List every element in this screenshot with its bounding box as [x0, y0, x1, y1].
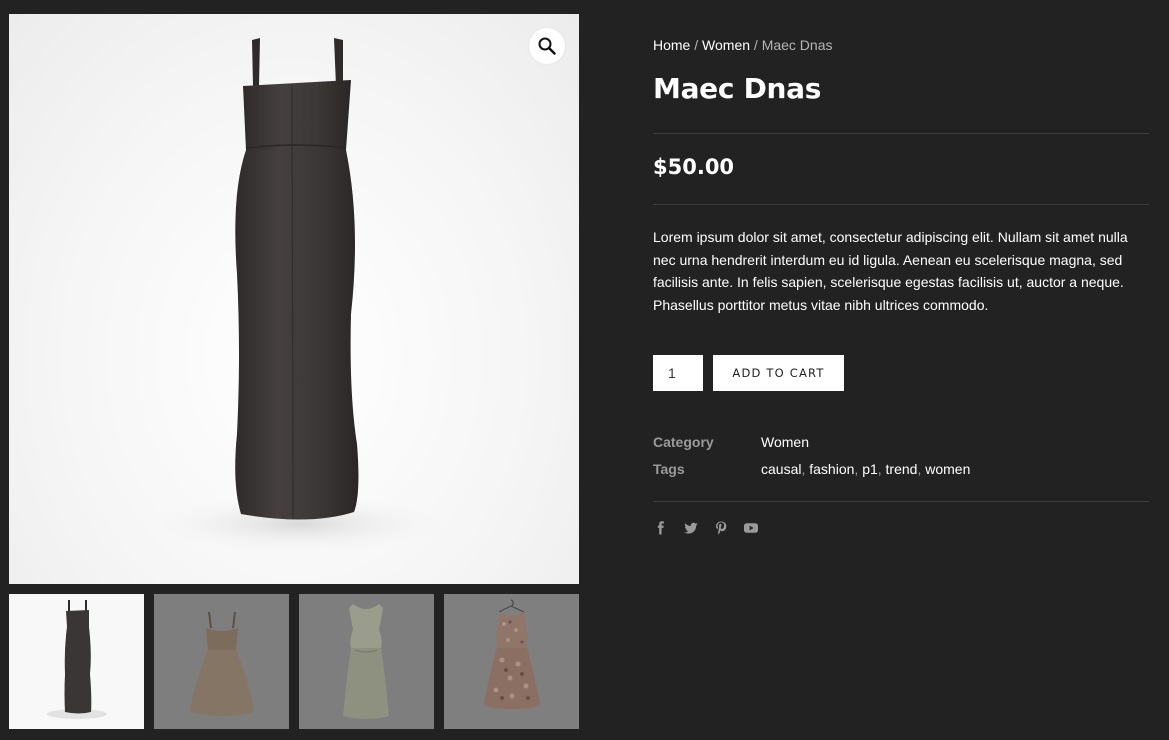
category-value: Women	[761, 434, 809, 450]
sage-sleeveless-dress-image	[343, 604, 389, 719]
twitter-icon[interactable]	[683, 520, 699, 536]
quantity-input[interactable]	[653, 355, 703, 391]
thumbnail-sage-dress[interactable]	[299, 594, 434, 729]
divider	[653, 204, 1149, 205]
black-strap-dress-image	[47, 600, 107, 719]
add-to-cart-button[interactable]: ADD TO CART	[713, 355, 844, 391]
tags-label: Tags	[653, 461, 685, 477]
product-title: Maec Dnas	[653, 72, 822, 105]
breadcrumb-current: Maec Dnas	[761, 37, 833, 53]
zoom-button[interactable]	[529, 28, 565, 64]
product-main-image[interactable]	[9, 14, 579, 584]
thumbnail-beige-dress[interactable]	[154, 594, 289, 729]
pinterest-icon[interactable]	[713, 520, 729, 536]
tag-link[interactable]: fashion	[809, 461, 854, 477]
breadcrumb: Home / Women / Maec Dnas	[653, 37, 833, 53]
tag-link[interactable]: p1	[862, 461, 878, 477]
gallery-thumbnails	[9, 594, 579, 729]
breadcrumb-women-link[interactable]: Women	[702, 37, 750, 53]
facebook-icon[interactable]	[653, 520, 669, 536]
youtube-icon[interactable]	[743, 520, 759, 536]
divider	[653, 501, 1149, 502]
thumbnail-black-dress[interactable]	[9, 594, 144, 729]
breadcrumb-separator: /	[694, 37, 703, 53]
product-description: Lorem ipsum dolor sit amet, consectetur …	[653, 229, 1128, 313]
magnifier-icon	[538, 37, 556, 55]
beige-strap-dress-image	[190, 612, 254, 716]
divider	[653, 133, 1149, 134]
breadcrumb-separator: /	[753, 37, 762, 53]
black-dress-image	[149, 38, 449, 554]
tag-link[interactable]: causal	[761, 461, 801, 477]
product-price: $50.00	[653, 155, 735, 179]
tag-link[interactable]: trend	[886, 461, 918, 477]
tags-list: causal, fashion, p1, trend, women	[761, 461, 970, 477]
tag-link[interactable]: women	[925, 461, 970, 477]
category-link[interactable]: Women	[761, 434, 809, 450]
thumbnail-floral-dress[interactable]	[444, 594, 579, 729]
category-label: Category	[653, 434, 714, 450]
tag-separator: ,	[877, 461, 886, 477]
floral-dress-on-hanger-image	[484, 599, 540, 709]
breadcrumb-home-link[interactable]: Home	[653, 37, 690, 53]
